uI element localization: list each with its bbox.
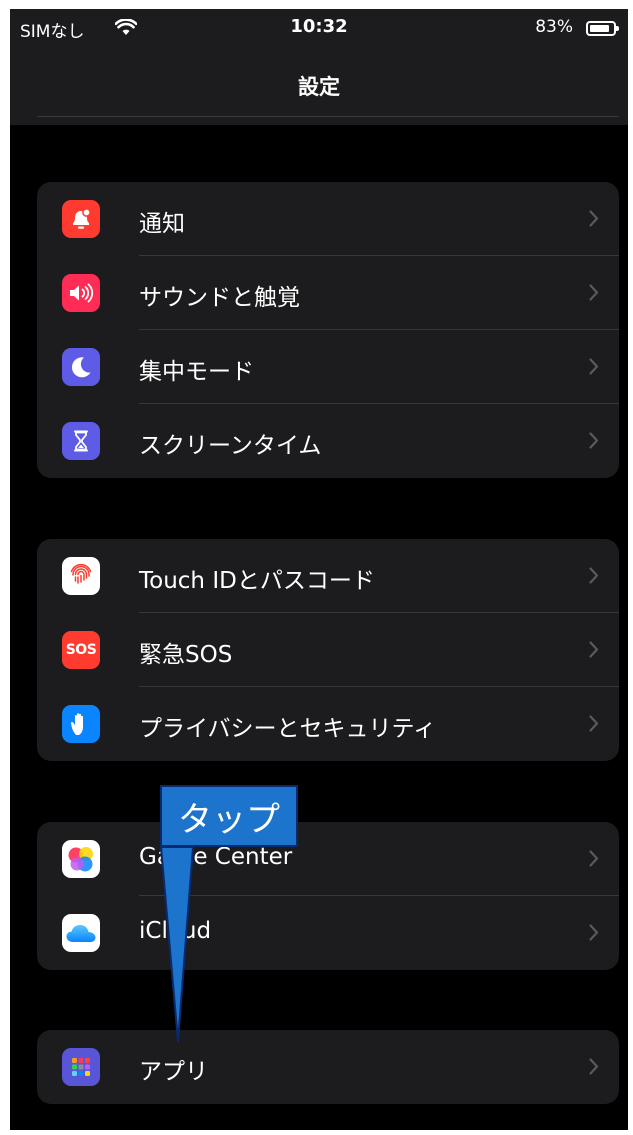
settings-screen: SIMなし 10:32 83% 設定 通知 サウンドと触覚 集中モード スクリー…: [10, 9, 628, 1130]
settings-row-label: 緊急SOS: [139, 642, 233, 668]
settings-row-notifications[interactable]: 通知: [37, 182, 619, 256]
settings-group-1: 通知 サウンドと触覚 集中モード スクリーンタイム: [37, 182, 619, 478]
icloud-icon: [62, 914, 100, 952]
screen-time-hourglass-icon: [62, 422, 100, 460]
scrolled-group-edge: [37, 116, 619, 125]
settings-row-focus[interactable]: 集中モード: [37, 330, 619, 404]
settings-row-label: 通知: [139, 211, 185, 237]
settings-row-touch-id[interactable]: Touch IDとパスコード: [37, 539, 619, 613]
chevron-right-icon: [589, 284, 599, 305]
notifications-icon: [62, 200, 100, 238]
settings-group-3: Game Center iCloud: [37, 822, 619, 970]
settings-row-label: アプリ: [139, 1059, 208, 1085]
settings-row-label: サウンドと触覚: [139, 285, 300, 311]
callout-pointer-arrow: [160, 847, 194, 1042]
privacy-hand-icon: [62, 705, 100, 743]
chevron-right-icon: [589, 715, 599, 736]
settings-row-label: 集中モード: [139, 359, 254, 385]
callout-text: タップ: [178, 799, 280, 840]
tap-instruction-callout: タップ: [160, 785, 298, 847]
settings-row-label: スクリーンタイム: [139, 433, 322, 459]
settings-row-emergency-sos[interactable]: SOS 緊急SOS: [37, 613, 619, 687]
fingerprint-icon: [62, 557, 100, 595]
battery-percent: 83%: [535, 17, 573, 37]
chevron-right-icon: [589, 567, 599, 588]
focus-moon-icon: [62, 348, 100, 386]
chevron-right-icon: [589, 432, 599, 453]
page-title: 設定: [298, 75, 340, 99]
status-bar: SIMなし 10:32 83%: [10, 9, 628, 49]
apps-grid-icon: [62, 1048, 100, 1086]
settings-row-label: Touch IDとパスコード: [139, 568, 375, 594]
settings-row-screen-time[interactable]: スクリーンタイム: [37, 404, 619, 478]
settings-row-apps[interactable]: アプリ: [37, 1030, 619, 1104]
sound-icon: [62, 274, 100, 312]
sos-icon: SOS: [62, 631, 100, 669]
chevron-right-icon: [589, 850, 599, 871]
chevron-right-icon: [589, 358, 599, 379]
battery-icon: [586, 21, 619, 36]
settings-row-icloud[interactable]: iCloud: [37, 896, 619, 970]
settings-group-4: アプリ: [37, 1030, 619, 1104]
navigation-bar: 設定: [10, 49, 628, 125]
chevron-right-icon: [589, 641, 599, 662]
chevron-right-icon: [589, 924, 599, 945]
settings-row-game-center[interactable]: Game Center: [37, 822, 619, 896]
settings-group-2: Touch IDとパスコード SOS 緊急SOS プライバシーとセキュリティ: [37, 539, 619, 761]
game-center-icon: [62, 840, 100, 878]
settings-row-sound[interactable]: サウンドと触覚: [37, 256, 619, 330]
settings-row-label: プライバシーとセキュリティ: [139, 716, 437, 742]
chevron-right-icon: [589, 210, 599, 231]
sos-icon-text: SOS: [65, 642, 97, 658]
settings-row-privacy[interactable]: プライバシーとセキュリティ: [37, 687, 619, 761]
chevron-right-icon: [589, 1058, 599, 1079]
